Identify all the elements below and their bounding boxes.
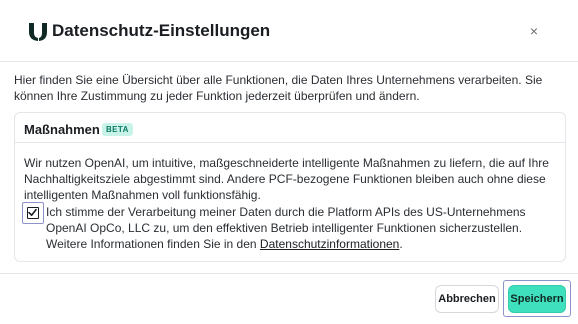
privacy-settings-dialog: Datenschutz-Einstellungen × Hier finden … [0, 0, 578, 324]
save-button[interactable]: Speichern [508, 285, 566, 313]
close-icon[interactable]: × [527, 23, 541, 39]
consent-checkbox[interactable] [27, 207, 39, 219]
consent-checkbox-focus-ring[interactable] [22, 202, 44, 224]
measures-section-card: Maßnahmen BETA Wir nutzen OpenAI, um int… [14, 112, 566, 262]
beta-badge: BETA [102, 123, 133, 136]
dialog-intro-text: Hier finden Sie eine Übersicht über alle… [14, 73, 543, 103]
privacy-info-link[interactable]: Datenschutzinformationen [260, 237, 399, 251]
checkmark-icon [28, 208, 37, 216]
consent-text-end: . [399, 237, 403, 251]
cancel-button[interactable]: Abbrechen [435, 285, 499, 313]
section-title: Maßnahmen [24, 122, 100, 137]
footer-divider [0, 273, 578, 274]
dialog-title: Datenschutz-Einstellungen [52, 21, 271, 40]
dialog-header: Datenschutz-Einstellungen × [0, 0, 578, 62]
brand-logo-icon [28, 22, 48, 42]
section-header: Maßnahmen BETA [15, 113, 565, 143]
section-description: Wir nutzen OpenAI, um intuitive, maßgesc… [24, 156, 549, 202]
consent-text: Ich stimme der Verarbeitung meiner Daten… [46, 204, 561, 252]
